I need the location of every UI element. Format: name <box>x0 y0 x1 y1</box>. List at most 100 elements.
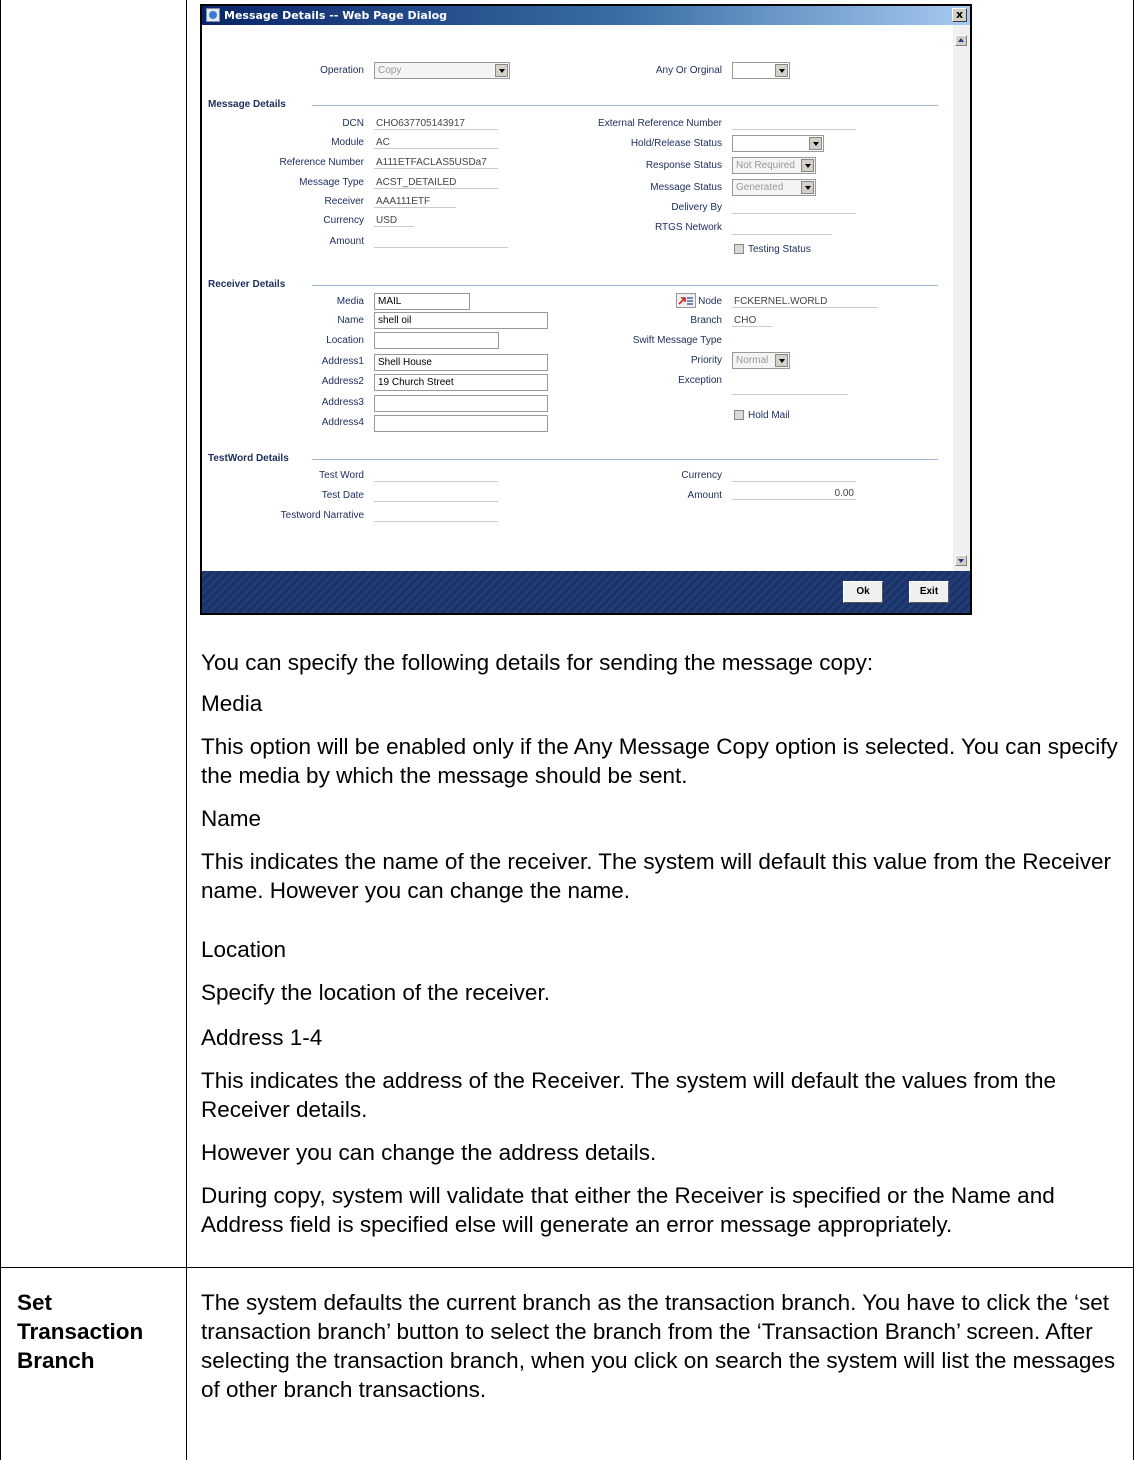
address3-label: Address3 <box>321 397 364 408</box>
rtgs-network-label: RTGS Network <box>654 222 722 233</box>
operation-label: Operation <box>320 65 364 76</box>
message-status-value: Generated <box>736 182 784 193</box>
table-column-divider <box>186 0 187 1460</box>
location-label: Location <box>326 335 364 346</box>
chevron-down-icon <box>775 64 788 77</box>
section-divider <box>312 459 938 460</box>
hold-release-status-select[interactable] <box>732 135 824 152</box>
exception-label: Exception <box>678 375 722 386</box>
dialog-scrollbar[interactable] <box>953 25 970 571</box>
location-paragraph: Specify the location of the receiver. <box>201 980 550 1005</box>
chevron-down-icon <box>801 159 814 172</box>
message-status-label: Message Status <box>650 182 722 193</box>
message-details-heading: Message Details <box>208 99 286 110</box>
address4-input[interactable] <box>374 415 548 432</box>
module-value: AC <box>374 137 498 149</box>
set-transaction-branch-paragraph: The system defaults the current branch a… <box>201 1290 1116 1402</box>
testword-currency-value <box>732 468 856 482</box>
delivery-by-value <box>732 199 856 214</box>
receiver-value: AAA111ETF <box>374 196 456 208</box>
testword-amount-value: 0.00 <box>732 488 856 500</box>
name-label: Name <box>337 315 364 326</box>
reference-number-value: A111ETFACLAS5USDa7 <box>374 157 498 169</box>
chevron-down-icon <box>801 181 814 194</box>
reference-number-label: Reference Number <box>279 157 364 168</box>
testword-amount-label: Amount <box>687 490 722 501</box>
name-paragraph: This indicates the name of the receiver.… <box>201 849 1111 903</box>
address1-input[interactable]: Shell House <box>374 354 548 371</box>
amount-value <box>374 233 508 248</box>
test-word-label: Test Word <box>319 470 364 481</box>
branch-label: Branch <box>690 315 722 326</box>
ok-button[interactable]: Ok <box>843 581 883 603</box>
any-or-original-label: Any Or Orginal <box>655 65 722 76</box>
operation-select[interactable]: Copy <box>374 62 510 79</box>
amount-label: Amount <box>329 236 364 247</box>
section-divider <box>312 105 938 106</box>
intro-paragraph: You can specify the following details fo… <box>201 650 874 675</box>
media-input[interactable]: MAIL <box>374 293 470 310</box>
testword-currency-label: Currency <box>681 470 722 481</box>
currency-label: Currency <box>323 215 364 226</box>
external-reference-label: External Reference Number <box>598 118 722 129</box>
dialog-content: Operation Copy Any Or Orginal Message De… <box>202 25 953 571</box>
address3-input[interactable] <box>374 395 548 412</box>
response-status-select[interactable]: Not Required <box>732 157 816 174</box>
media-paragraph: This option will be enabled only if the … <box>201 734 1118 788</box>
media-label: Media <box>336 296 364 307</box>
message-type-label: Message Type <box>299 177 364 188</box>
chevron-down-icon <box>495 64 508 77</box>
priority-select[interactable]: Normal <box>732 352 790 369</box>
any-or-original-select[interactable] <box>732 62 790 79</box>
exception-value <box>732 380 848 395</box>
exit-button[interactable]: Exit <box>909 581 949 603</box>
receiver-details-heading: Receiver Details <box>208 279 286 290</box>
hold-mail-checkbox[interactable] <box>734 410 744 420</box>
scroll-up-arrow-icon[interactable] <box>955 35 967 46</box>
address2-input[interactable]: 19 Church Street <box>374 374 548 391</box>
external-reference-value <box>732 118 856 130</box>
message-status-select[interactable]: Generated <box>732 179 816 196</box>
name-input[interactable]: shell oil <box>374 312 548 329</box>
close-button[interactable]: x <box>952 8 967 22</box>
address-heading: Address 1-4 <box>201 1025 323 1050</box>
test-date-value <box>374 488 498 502</box>
scroll-down-arrow-icon[interactable] <box>955 555 967 566</box>
media-heading: Media <box>201 691 263 716</box>
test-date-label: Test Date <box>321 490 364 501</box>
module-label: Module <box>331 137 364 148</box>
table-row-divider <box>0 1267 1134 1268</box>
receiver-label: Receiver <box>324 196 364 207</box>
media-lookup-icon[interactable] <box>676 293 696 308</box>
section-divider <box>312 285 938 286</box>
dcn-value: CHO637705143917 <box>374 118 498 130</box>
copy-validation-paragraph: During copy, system will validate that e… <box>201 1183 1055 1237</box>
message-details-dialog: Message Details -- Web Page Dialog x Ope… <box>200 4 972 615</box>
ie-page-icon <box>206 8 220 22</box>
dialog-footer: Ok Exit <box>202 571 970 613</box>
delivery-by-label: Delivery By <box>671 202 722 213</box>
location-input[interactable] <box>374 332 499 349</box>
testing-status-label: Testing Status <box>748 244 811 255</box>
response-status-label: Response Status <box>645 160 722 171</box>
hold-release-status-label: Hold/Release Status <box>630 138 722 149</box>
address-paragraph: This indicates the address of the Receiv… <box>201 1068 1056 1122</box>
address-paragraph-2: However you can change the address detai… <box>201 1140 657 1165</box>
operation-value: Copy <box>378 65 402 76</box>
address2-label: Address2 <box>321 376 364 387</box>
branch-value: CHO <box>732 315 772 327</box>
priority-value: Normal <box>736 355 769 366</box>
address4-label: Address4 <box>321 417 364 428</box>
hold-mail-label: Hold Mail <box>748 410 790 421</box>
testword-narrative-label: Testword Narrative <box>280 510 364 521</box>
swift-message-type-label: Swift Message Type <box>632 335 722 346</box>
testing-status-checkbox[interactable] <box>734 244 744 254</box>
rtgs-network-value <box>732 220 832 235</box>
testword-narrative-value <box>374 508 498 522</box>
message-type-value: ACST_DETAILED <box>374 177 498 189</box>
set-transaction-branch-label: Set Transaction Branch <box>17 1290 144 1373</box>
chevron-down-icon <box>809 137 822 150</box>
table-border-left <box>0 0 1 1460</box>
node-value: FCKERNEL.WORLD <box>732 296 878 308</box>
document-table: Message Details -- Web Page Dialog x Ope… <box>0 0 1134 1460</box>
